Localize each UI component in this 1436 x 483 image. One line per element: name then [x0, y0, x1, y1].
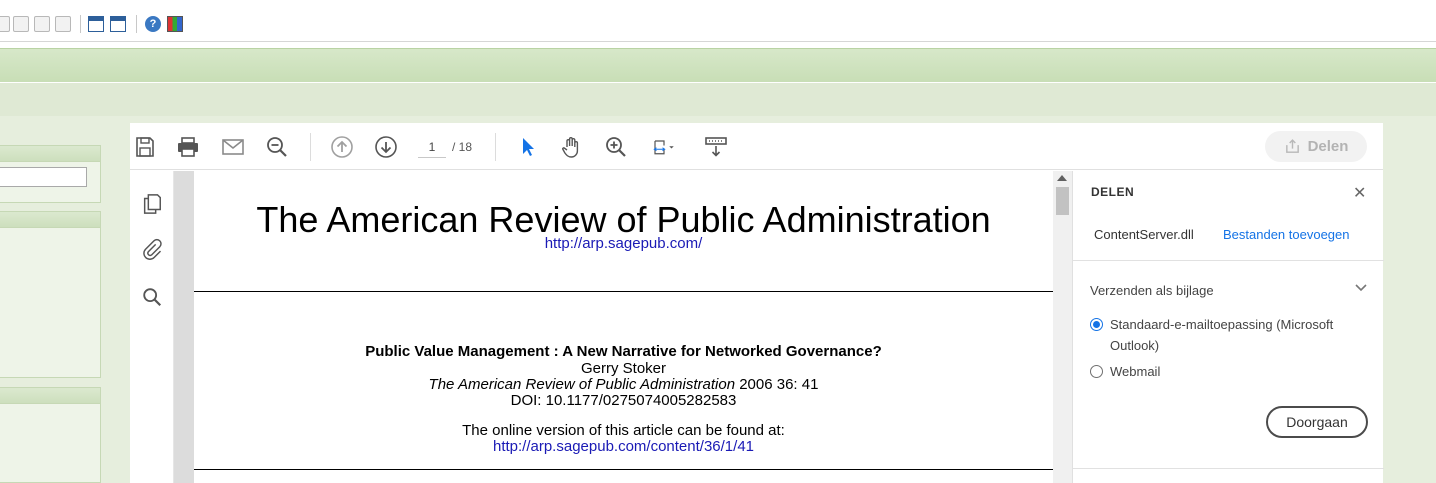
article-title: Public Value Management : A New Narrativ…: [365, 343, 882, 360]
scroll-thumb[interactable]: [1056, 187, 1069, 215]
viewer-toolbar: 1 / 18 Delen: [130, 123, 1383, 170]
citation-journal: The American Review of Public Administra…: [428, 376, 736, 393]
print-icon[interactable]: [176, 135, 200, 159]
monitor-icon[interactable]: [167, 16, 183, 32]
email-icon[interactable]: [221, 135, 245, 159]
radio-default-email[interactable]: [1090, 318, 1103, 331]
share-icon: [1285, 139, 1299, 153]
article-citation: The American Review of Public Administra…: [194, 376, 1053, 393]
page-number-input[interactable]: 1: [418, 136, 446, 158]
next-page-icon[interactable]: [374, 135, 398, 159]
window-new-icon[interactable]: [88, 16, 104, 32]
continue-button[interactable]: Doorgaan: [1266, 406, 1368, 438]
app-toolbar: ?: [0, 0, 1436, 42]
toolbar-separator: [136, 15, 137, 33]
share-button[interactable]: Delen: [1265, 131, 1367, 162]
citation-volume: 2006 36: 41: [735, 376, 819, 393]
workspace-right-margin: [1383, 116, 1436, 483]
page-down-icon[interactable]: [34, 16, 50, 32]
pdf-page: The American Review of Public Administra…: [194, 171, 1053, 483]
sidebar-panel-search: [0, 145, 101, 203]
left-rail: [130, 171, 174, 483]
toolbar-separator: [495, 133, 496, 161]
page-total: / 18: [452, 140, 473, 154]
hand-tool-icon[interactable]: [560, 135, 584, 159]
search-icon[interactable]: [141, 286, 163, 308]
share-button-label: Delen: [1307, 138, 1349, 155]
radio-webmail-label[interactable]: Webmail: [1110, 361, 1360, 382]
page-icon[interactable]: [0, 16, 10, 32]
sidebar-panel: [0, 387, 101, 483]
scroll-mode-icon[interactable]: [704, 135, 728, 159]
divider: [1073, 260, 1384, 261]
save-icon[interactable]: [133, 135, 157, 159]
share-pane-title: DELEN: [1091, 185, 1135, 199]
zoom-out-icon[interactable]: [265, 135, 289, 159]
scroll-up-arrow-icon[interactable]: [1057, 175, 1067, 181]
sidebar-panel-header: [0, 212, 100, 228]
article-author: Gerry Stoker: [580, 360, 667, 377]
subheader-band: [0, 82, 1436, 116]
window-open-icon[interactable]: [110, 16, 126, 32]
radio-default-email-label[interactable]: Standaard-e-mailtoepassing (Microsoft Ou…: [1110, 314, 1360, 356]
sidebar-panel-header: [0, 388, 100, 404]
vertical-scrollbar[interactable]: [1053, 171, 1072, 483]
pages-icon[interactable]: [141, 193, 163, 215]
divider: [194, 291, 1053, 292]
help-icon[interactable]: ?: [145, 16, 161, 32]
screen: ? 1 / 18 Delen The American Review of Pu…: [0, 0, 1436, 483]
article-doi: DOI: 10.1177/0275074005282583: [510, 392, 737, 409]
toolbar-separator: [80, 15, 81, 33]
journal-url[interactable]: http://arp.sagepub.com/: [194, 235, 1053, 252]
header-band: [0, 48, 1436, 82]
toolbar-separator: [310, 133, 311, 161]
page-up-icon[interactable]: [13, 16, 29, 32]
select-cursor-icon[interactable]: [516, 135, 540, 159]
online-version-url[interactable]: http://arp.sagepub.com/content/36/1/41: [194, 438, 1053, 455]
sidebar-panel: [0, 211, 101, 378]
previous-page-icon[interactable]: [330, 135, 354, 159]
fit-page-icon[interactable]: [648, 135, 680, 159]
attachment-icon[interactable]: [141, 238, 163, 260]
page-copy-icon[interactable]: [55, 16, 71, 32]
sidebar-panel-header: [0, 146, 100, 162]
sidebar-search-input[interactable]: [0, 167, 87, 187]
share-pane: DELEN ✕ ContentServer.dll Bestanden toev…: [1072, 171, 1384, 483]
divider: [1073, 468, 1384, 469]
zoom-in-icon[interactable]: [604, 135, 628, 159]
pdf-viewer: 1 / 18 Delen The American Review of Publ…: [130, 123, 1384, 483]
document-area: The American Review of Public Administra…: [174, 171, 1053, 483]
close-icon[interactable]: ✕: [1353, 183, 1366, 203]
radio-webmail[interactable]: [1090, 365, 1103, 378]
online-version-text: The online version of this article can b…: [462, 422, 785, 439]
chevron-down-icon[interactable]: [1354, 281, 1368, 295]
add-files-link[interactable]: Bestanden toevoegen: [1223, 227, 1350, 242]
attached-file-name: ContentServer.dll: [1094, 227, 1194, 242]
divider: [194, 469, 1053, 470]
send-as-attachment-label[interactable]: Verzenden als bijlage: [1090, 283, 1214, 298]
